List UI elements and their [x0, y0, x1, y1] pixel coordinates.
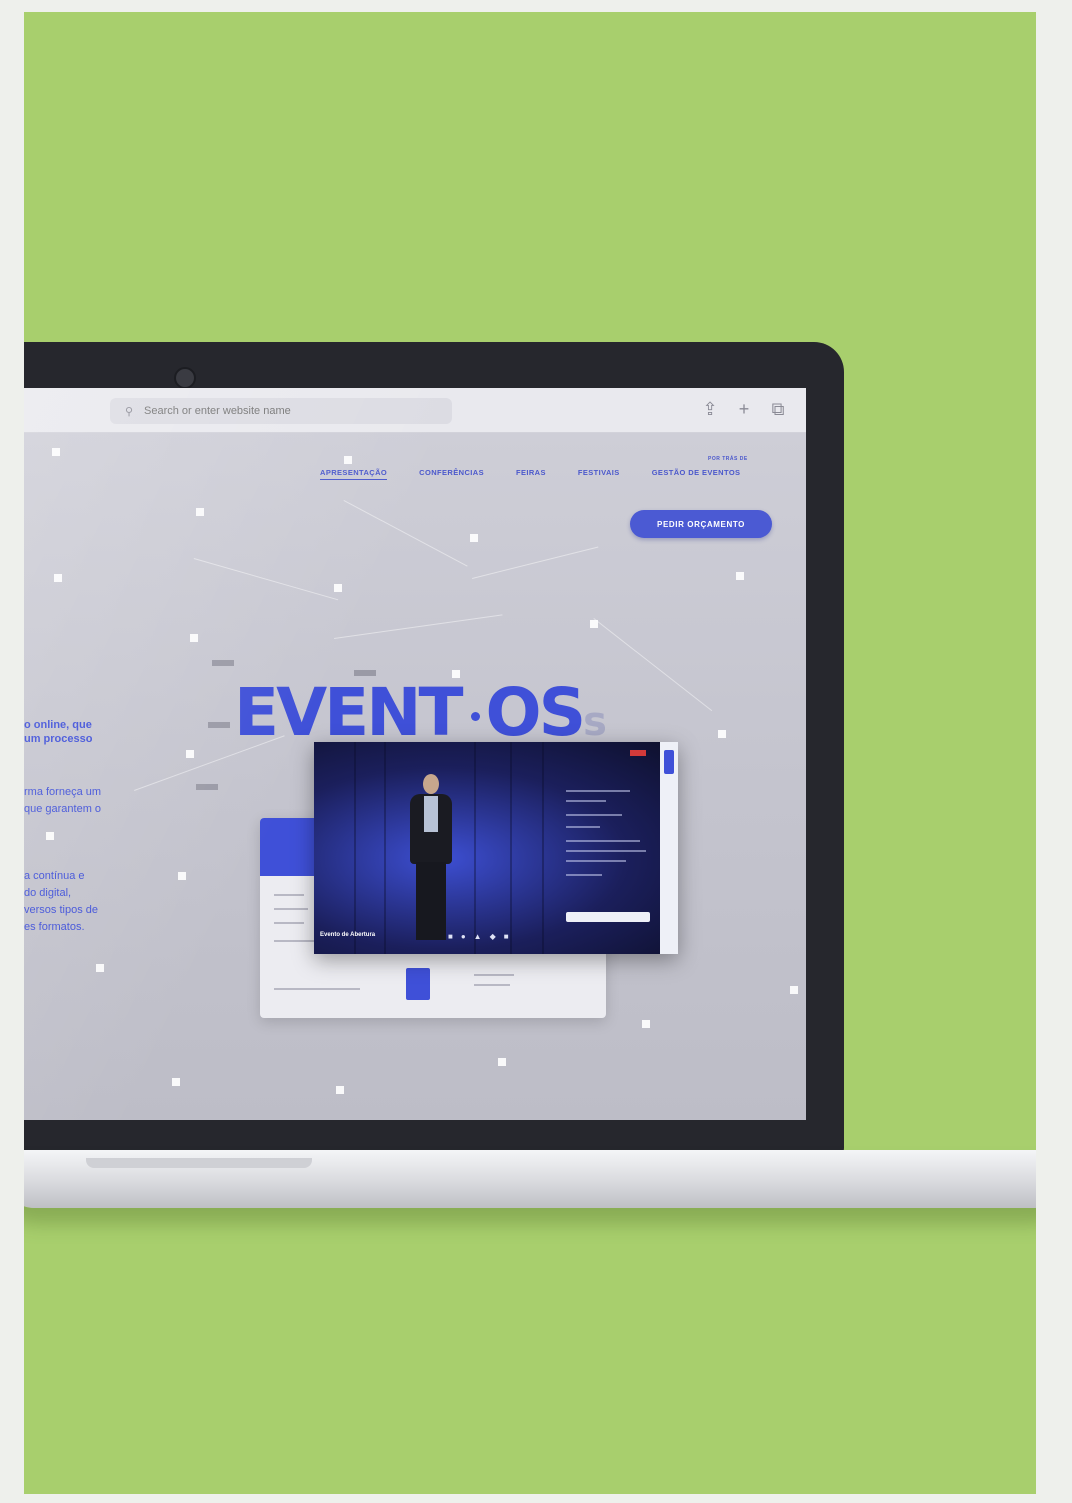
search-input[interactable]: [142, 404, 436, 418]
logo-suffix: OS: [485, 674, 587, 751]
network-dash: [196, 784, 218, 790]
preview-text-line: [274, 908, 308, 910]
network-dot: [590, 620, 598, 628]
network-line: [193, 558, 339, 601]
curtain-fold: [354, 742, 356, 954]
chat-line: [566, 814, 622, 816]
network-dot: [52, 448, 60, 456]
green-backdrop: ⚲ ⇪ + ⧉: [24, 12, 1036, 1494]
photo-frame: ⚲ ⇪ + ⧉: [0, 0, 1072, 1503]
network-dot: [344, 456, 352, 464]
request-quote-button[interactable]: PEDIR ORÇAMENTO: [630, 510, 772, 538]
network-line: [472, 546, 599, 579]
network-dot: [178, 872, 186, 880]
preview-text-line: [274, 922, 304, 924]
live-badge: [630, 750, 646, 756]
event-stream-preview: Evento de Abertura ■●▲◆■: [314, 742, 678, 954]
logo-dot: [470, 712, 480, 722]
new-tab-icon[interactable]: +: [734, 399, 754, 419]
chat-input[interactable]: [566, 912, 650, 922]
network-dot: [46, 832, 54, 840]
nav-item-apresentacao[interactable]: Apresentação: [320, 468, 388, 480]
network-dash: [208, 722, 230, 728]
network-dot: [334, 584, 342, 592]
preview-text-line: [474, 974, 514, 976]
document-icon: [406, 968, 430, 1000]
eventos-logo: EVENT OSs: [234, 678, 607, 748]
hero-description-secondary: a contínua e do digital, versos tipos de…: [24, 870, 98, 933]
network-dot: [96, 964, 104, 972]
preview-sidebar: [660, 742, 678, 954]
nav-item-feiras[interactable]: Feiras: [516, 468, 546, 480]
nav-item-festivais[interactable]: Festivais: [578, 468, 620, 480]
chat-line: [566, 874, 602, 876]
network-dot: [736, 572, 744, 580]
nav-item-conferencias[interactable]: Conferências: [419, 468, 484, 480]
network-dash: [212, 660, 234, 666]
sidebar-tab[interactable]: [664, 750, 674, 774]
network-dot: [642, 1020, 650, 1028]
camera-icon: [174, 367, 196, 389]
network-dot: [190, 634, 198, 642]
chat-line: [566, 850, 646, 852]
chat-line: [566, 840, 640, 842]
hero-tagline: o online, que um processo: [24, 719, 93, 745]
speaker-figure: [406, 774, 454, 944]
network-dot: [186, 750, 194, 758]
curtain-fold: [474, 742, 476, 954]
player-controls[interactable]: ■●▲◆■: [448, 932, 517, 941]
share-icon[interactable]: ⇪: [700, 399, 720, 419]
hero-description: rma forneça um que garantem o: [24, 786, 102, 815]
laptop-opening-notch: [86, 1158, 312, 1168]
laptop-screen: ⚲ ⇪ + ⧉: [24, 388, 806, 1120]
curtain-fold: [384, 742, 386, 954]
network-dot: [498, 1058, 506, 1066]
tabs-icon[interactable]: ⧉: [768, 399, 788, 419]
site-navigation: Apresentação Conferências Feiras Festiva…: [320, 468, 740, 480]
browser-actions: ⇪ + ⧉: [700, 399, 788, 419]
preview-header-block: [260, 818, 318, 876]
chat-line: [566, 826, 600, 828]
network-dot: [790, 986, 798, 994]
curtain-fold: [510, 742, 512, 954]
chat-line: [566, 800, 606, 802]
address-bar[interactable]: ⚲: [110, 398, 452, 424]
search-icon: ⚲: [124, 405, 134, 418]
network-dot: [470, 534, 478, 542]
laptop-lid: ⚲ ⇪ + ⧉: [24, 342, 844, 1162]
nav-superscript: POR TRÁS DE: [708, 456, 748, 462]
preview-text-line: [474, 984, 510, 986]
preview-text-line: [274, 988, 360, 990]
network-dot: [336, 1086, 344, 1094]
network-line: [343, 500, 468, 567]
browser-toolbar: ⚲ ⇪ + ⧉: [24, 388, 806, 433]
network-line: [593, 618, 713, 712]
network-line: [334, 614, 503, 639]
network-dot: [196, 508, 204, 516]
laptop-base: [24, 1150, 1036, 1208]
stream-caption: Evento de Abertura: [320, 932, 376, 938]
network-dot: [54, 574, 62, 582]
network-dot: [172, 1078, 180, 1086]
logo-main: EVENT: [234, 674, 464, 751]
nav-item-gestao-de-eventos[interactable]: Gestão de Eventos: [652, 468, 741, 480]
curtain-fold: [542, 742, 544, 954]
preview-text-line: [274, 894, 304, 896]
chat-line: [566, 860, 626, 862]
logo-tail: s: [583, 699, 607, 745]
chat-line: [566, 790, 630, 792]
network-dot: [718, 730, 726, 738]
